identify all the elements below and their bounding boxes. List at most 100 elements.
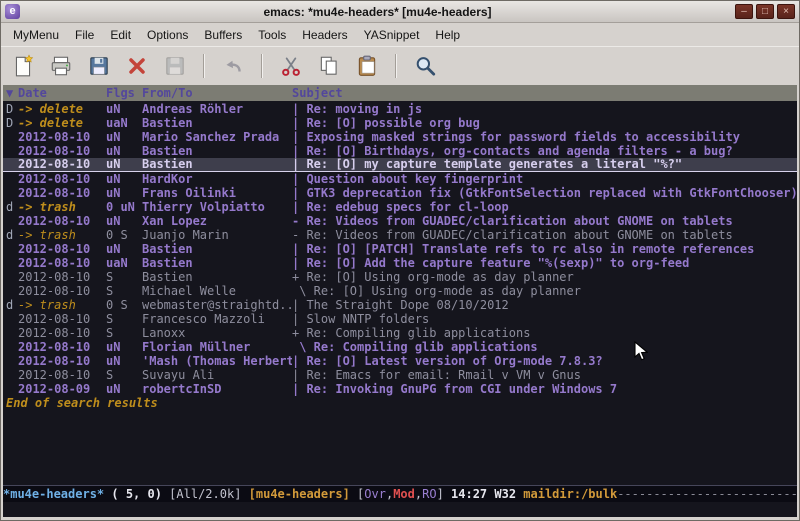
message-row[interactable]: 2012-08-10uNFlorian Müllner \ Re: Compil… <box>3 340 797 354</box>
sort-indicator-icon[interactable]: ▼ <box>3 85 18 101</box>
close-buffer-button[interactable] <box>125 54 149 78</box>
message-list: D-> deleteuNAndreas Röhler| Re: moving i… <box>3 102 797 396</box>
message-from: Andreas Röhler <box>142 102 292 116</box>
save-as-icon <box>163 54 187 78</box>
message-row[interactable]: 2012-08-09uNrobertcInSD| Re: Invoking Gn… <box>3 382 797 396</box>
message-row[interactable]: 2012-08-10SSuvayu Ali| Re: Emacs for ema… <box>3 368 797 382</box>
message-row[interactable]: 2012-08-10uNFrans Oilinki| GTK3 deprecat… <box>3 186 797 200</box>
frame-content: ▼ Date Flgs From/To Subject D-> deleteuN… <box>1 85 799 520</box>
message-date: 2012-08-09 <box>18 382 106 396</box>
message-mark <box>3 368 18 382</box>
cut-button[interactable] <box>279 54 303 78</box>
toolbar-separator <box>261 54 263 78</box>
toolbar-separator <box>395 54 397 78</box>
menu-item-tools[interactable]: Tools <box>250 25 294 45</box>
message-from: Xan Lopez <box>142 214 292 228</box>
message-row[interactable]: 2012-08-10uNBastien| Re: [O] my capture … <box>3 158 797 172</box>
menu-item-options[interactable]: Options <box>139 25 196 45</box>
message-date: 2012-08-10 <box>18 326 106 340</box>
message-row[interactable]: 2012-08-10uN'Mash (Thomas Herbert)| Re: … <box>3 354 797 368</box>
message-from: Thierry Volpiatto <box>142 200 292 214</box>
menu-item-help[interactable]: Help <box>427 25 468 45</box>
message-row[interactable]: 2012-08-10uaNBastien| Re: [O] Add the ca… <box>3 256 797 270</box>
menu-item-edit[interactable]: Edit <box>102 25 139 45</box>
message-date: 2012-08-10 <box>18 186 106 200</box>
message-row[interactable]: d-> trash0 Swebmaster@straightd...| The … <box>3 298 797 312</box>
save-button[interactable] <box>87 54 111 78</box>
message-mark: d <box>3 298 18 312</box>
menu-item-mymenu[interactable]: MyMenu <box>5 25 67 45</box>
message-flags: uN <box>106 172 142 186</box>
message-mark <box>3 326 18 340</box>
message-from: Juanjo Marin <box>142 228 292 242</box>
message-mark <box>3 256 18 270</box>
message-flags: uN <box>106 186 142 200</box>
save-as-button <box>163 54 187 78</box>
message-from: Florian Müllner <box>142 340 292 354</box>
message-row[interactable]: 2012-08-10SMichael Welle \ Re: [O] Using… <box>3 284 797 298</box>
message-from: 'Mash (Thomas Herbert) <box>142 354 292 368</box>
window-title: emacs: *mu4e-headers* [mu4e-headers] <box>20 5 735 19</box>
search-button[interactable] <box>413 54 437 78</box>
message-row[interactable]: 2012-08-10uNHardKor| Question about key … <box>3 172 797 186</box>
emacs-icon: e <box>5 4 20 19</box>
echo-area[interactable] <box>3 502 797 517</box>
column-header-flags[interactable]: Flgs <box>106 85 142 101</box>
modeline-segment: 14:27 <box>451 486 494 502</box>
message-row[interactable]: d-> trash0 SJuanjo Marin- Re: Videos fro… <box>3 228 797 242</box>
column-header-subject[interactable]: Subject <box>292 85 797 101</box>
message-date: -> trash <box>18 228 106 242</box>
message-row[interactable]: D-> deleteuNAndreas Röhler| Re: moving i… <box>3 102 797 116</box>
message-row[interactable]: 2012-08-10SLanoxx+ Re: Compiling glib ap… <box>3 326 797 340</box>
message-mark <box>3 312 18 326</box>
message-mark <box>3 144 18 158</box>
message-row[interactable]: d-> trash0 uNThierry Volpiatto| Re: edeb… <box>3 200 797 214</box>
message-row[interactable]: 2012-08-10uNBastien| Re: [O] Birthdays, … <box>3 144 797 158</box>
message-row[interactable]: 2012-08-10uNMario Sanchez Prada| Exposin… <box>3 130 797 144</box>
column-header-from[interactable]: From/To <box>142 85 292 101</box>
message-row[interactable]: 2012-08-10uNXan Lopez- Re: Videos from G… <box>3 214 797 228</box>
paste-button[interactable] <box>355 54 379 78</box>
message-from: Bastien <box>142 144 292 158</box>
message-date: 2012-08-10 <box>18 256 106 270</box>
column-header-date[interactable]: Date <box>18 85 106 101</box>
modeline-segment: Ovr <box>364 486 386 502</box>
message-flags: uN <box>106 354 142 368</box>
message-from: Lanoxx <box>142 326 292 340</box>
message-subject: | Re: [O] Add the capture feature "%(sex… <box>292 256 797 270</box>
close-button[interactable]: × <box>777 4 795 19</box>
title-bar[interactable]: e emacs: *mu4e-headers* [mu4e-headers] –… <box>1 1 799 23</box>
save-icon <box>87 54 111 78</box>
message-mark: D <box>3 116 18 130</box>
message-from: Mario Sanchez Prada <box>142 130 292 144</box>
copy-button[interactable] <box>317 54 341 78</box>
minimize-button[interactable]: – <box>735 4 753 19</box>
message-row[interactable]: 2012-08-10SFrancesco Mazzoli| Slow NNTP … <box>3 312 797 326</box>
modeline-segment: [mu4e-headers] <box>249 486 357 502</box>
message-from: webmaster@straightd... <box>142 298 292 312</box>
message-flags: 0 uN <box>106 200 142 214</box>
print-button[interactable] <box>49 54 73 78</box>
menu-item-headers[interactable]: Headers <box>294 25 355 45</box>
menu-item-buffers[interactable]: Buffers <box>196 25 250 45</box>
message-row[interactable]: 2012-08-10SBastien+ Re: [O] Using org-mo… <box>3 270 797 284</box>
new-file-button[interactable] <box>11 54 35 78</box>
message-flags: uN <box>106 340 142 354</box>
message-row[interactable]: 2012-08-10uNBastien| Re: [O] [PATCH] Tra… <box>3 242 797 256</box>
message-from: HardKor <box>142 172 292 186</box>
close-buffer-icon <box>125 54 149 78</box>
message-row[interactable]: D-> deleteuaNBastien| Re: [O] possible o… <box>3 116 797 130</box>
paste-icon <box>355 54 379 78</box>
message-mark <box>3 270 18 284</box>
menu-item-yasnippet[interactable]: YASnippet <box>356 25 428 45</box>
message-flags: S <box>106 368 142 382</box>
message-date: 2012-08-10 <box>18 340 106 354</box>
message-from: robertcInSD <box>142 382 292 396</box>
emacs-window: e emacs: *mu4e-headers* [mu4e-headers] –… <box>0 0 800 521</box>
message-subject: | Question about key fingerprint <box>292 172 797 186</box>
message-flags: S <box>106 284 142 298</box>
undo-button <box>221 54 245 78</box>
menu-item-file[interactable]: File <box>67 25 102 45</box>
maximize-button[interactable]: □ <box>756 4 774 19</box>
message-mark <box>3 158 18 171</box>
